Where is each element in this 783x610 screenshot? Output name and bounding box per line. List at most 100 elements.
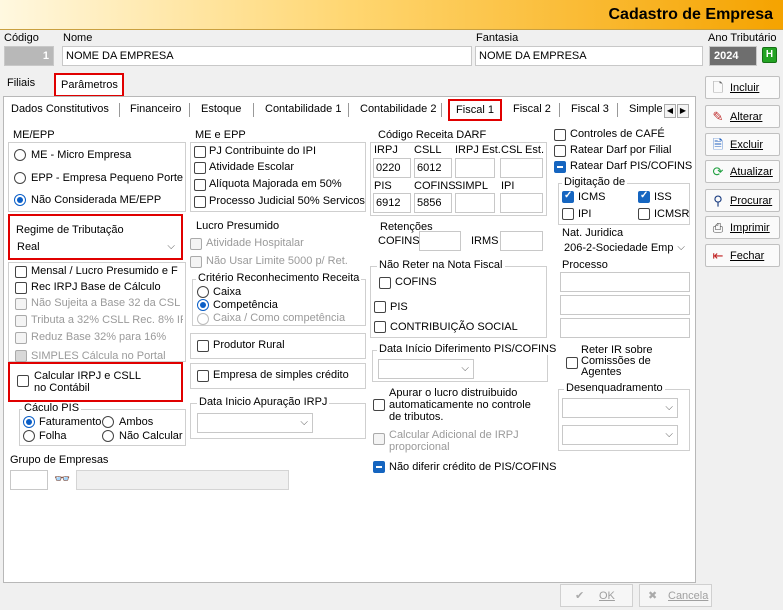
chk-atividade-hospitalar[interactable] <box>190 238 202 250</box>
retencoes-cofins-label: COFINS <box>378 235 420 247</box>
radio-faturamento[interactable] <box>23 416 35 428</box>
chk-calc-irpj[interactable] <box>17 375 29 387</box>
chk-nao-sujeita[interactable] <box>15 298 27 310</box>
chevron-down-icon: ⌵ <box>677 242 685 253</box>
chk-rec-irpj-label: Rec IRPJ Base de Cálculo <box>31 281 161 293</box>
darf-pis-input[interactable]: 6912 <box>373 193 411 213</box>
desenquadramento-select-2[interactable]: ⌵ <box>562 425 678 445</box>
chk-calc-adicional[interactable] <box>373 433 385 445</box>
radio-competencia[interactable] <box>197 299 209 311</box>
desenquadramento-select-1[interactable]: ⌵ <box>562 398 678 418</box>
tab-filiais[interactable]: Filiais <box>2 75 40 95</box>
chk-produtor-rural[interactable] <box>197 340 209 352</box>
fantasia-field[interactable]: NOME DA EMPRESA <box>475 46 703 66</box>
radio-me[interactable] <box>14 149 26 161</box>
chk-digit-icmsr[interactable] <box>638 208 650 220</box>
subtab-fiscal-3[interactable]: Fiscal 3 <box>571 103 609 115</box>
chk-nao-reter-pis[interactable] <box>374 301 386 313</box>
darf-irpj-label: IRPJ <box>374 144 398 156</box>
binoculars-icon[interactable]: 👓 <box>54 471 72 489</box>
grupo-code-input[interactable] <box>10 470 48 490</box>
chk-mensal-label: Mensal / Lucro Presumido e F <box>31 265 178 277</box>
retencoes-irms-label: IRMS <box>471 235 499 247</box>
h-button[interactable]: H <box>762 47 777 63</box>
chk-aliquota-majorada[interactable] <box>194 179 206 191</box>
atualizar-button[interactable]: ⟳ Atualizar <box>705 160 780 183</box>
chk-pj-contribuinte[interactable] <box>194 146 206 158</box>
nome-field[interactable]: NOME DA EMPRESA <box>62 46 472 66</box>
darf-irpj-est-label: IRPJ Est. <box>455 144 501 156</box>
processo-input-2[interactable] <box>560 295 690 315</box>
darf-csl-est-input[interactable] <box>500 158 543 178</box>
radio-nao-considerada[interactable] <box>14 194 26 206</box>
chk-reduz-base[interactable] <box>15 332 27 344</box>
chk-digit-iss[interactable] <box>638 190 650 203</box>
chevron-down-icon: ⌵ <box>665 402 673 413</box>
chk-mensal[interactable] <box>15 266 27 278</box>
processo-input-1[interactable] <box>560 272 690 292</box>
subtab-simples[interactable]: Simple <box>629 103 662 115</box>
radio-caixa[interactable] <box>197 286 209 298</box>
chk-nao-diferir[interactable] <box>373 461 385 473</box>
diferimento-select[interactable]: ⌵ <box>378 359 474 379</box>
radio-folha[interactable] <box>23 430 35 442</box>
chk-nao-reter-cofins[interactable] <box>379 277 391 289</box>
subtab-financeiro[interactable]: Financeiro <box>130 103 181 115</box>
subtab-dados-constitutivos[interactable]: Dados Constitutivos <box>11 103 109 115</box>
chk-reter-ir[interactable] <box>566 357 578 369</box>
subtab-contabilidade-2[interactable]: Contabilidade 2 <box>360 103 436 115</box>
subtab-fiscal-2[interactable]: Fiscal 2 <box>513 103 551 115</box>
codigo-field[interactable]: 1 <box>4 46 54 66</box>
alterar-label: Alterar <box>730 111 763 123</box>
darf-cofins-input[interactable]: 5856 <box>414 193 452 213</box>
subtab-fiscal-1[interactable]: Fiscal 1 <box>448 99 502 121</box>
radio-epp[interactable] <box>14 172 26 184</box>
chk-processo-judicial-label: Processo Judicial 50% Servicos <box>209 195 365 207</box>
chk-empresa-simples[interactable] <box>197 370 209 382</box>
darf-irpj-est-input[interactable] <box>455 158 495 178</box>
darf-ipi-input[interactable] <box>500 193 543 213</box>
alterar-button[interactable]: ✎ Alterar <box>705 105 780 128</box>
chk-ratear-darf-pis[interactable] <box>554 161 566 173</box>
chk-controles-cafe[interactable] <box>554 129 566 141</box>
darf-irpj-input[interactable]: 0220 <box>373 158 411 178</box>
imprimir-button[interactable]: ⎙ Imprimir <box>705 216 780 239</box>
chk-ratear-darf-filial[interactable] <box>554 145 566 157</box>
chk-digit-ipi[interactable] <box>562 208 574 220</box>
chk-digit-iss-label: ISS <box>654 191 672 203</box>
chk-atividade-escolar[interactable] <box>194 162 206 174</box>
excluir-button[interactable]: 🗎 Excluir <box>705 133 780 156</box>
radio-caixa-competencia[interactable] <box>197 313 209 325</box>
darf-simpl-input[interactable] <box>455 193 495 213</box>
regime-select[interactable]: Real ⌵ <box>13 237 180 257</box>
ok-button[interactable]: ✔ OK <box>560 584 633 607</box>
subtab-contabilidade-1[interactable]: Contabilidade 1 <box>265 103 341 115</box>
chk-tributa-32[interactable] <box>15 315 27 327</box>
cancel-button[interactable]: ✖ Cancela <box>639 584 712 607</box>
processo-input-3[interactable] <box>560 318 690 338</box>
chk-nao-usar-limite[interactable] <box>190 256 202 268</box>
tab-divider <box>559 103 560 117</box>
radio-nao-calcular[interactable] <box>102 430 114 442</box>
chk-simples-portal[interactable] <box>15 350 27 362</box>
chk-nao-reter-csll-label: CONTRIBUIÇÃO SOCIAL <box>390 321 518 333</box>
nat-juridica-select[interactable]: 206-2-Sociedade Empre ⌵ <box>560 238 690 258</box>
scroll-left-icon[interactable]: ◀ <box>664 104 676 118</box>
chk-processo-judicial[interactable] <box>194 196 206 208</box>
darf-csll-input[interactable]: 6012 <box>414 158 452 178</box>
chk-digit-icms[interactable] <box>562 190 574 203</box>
fechar-button[interactable]: ⇤ Fechar <box>705 244 780 267</box>
scroll-right-icon[interactable]: ▶ <box>677 104 689 118</box>
chk-apurar-lucro[interactable] <box>373 399 385 411</box>
ano-field[interactable]: 2024 <box>709 46 757 66</box>
retencoes-irms-input[interactable] <box>500 231 543 251</box>
procurar-button[interactable]: ⚲ Procurar <box>705 189 780 212</box>
chk-rec-irpj[interactable] <box>15 282 27 294</box>
chk-nao-reter-csll[interactable] <box>374 321 386 333</box>
incluir-button[interactable]: 🗋 Incluir <box>705 76 780 99</box>
subtab-estoque[interactable]: Estoque <box>201 103 241 115</box>
radio-ambos[interactable] <box>102 416 114 428</box>
data-apuracao-select[interactable]: ⌵ <box>197 413 313 433</box>
retencoes-cofins-input[interactable] <box>419 231 461 251</box>
tab-parametros[interactable]: Parâmetros <box>54 73 124 97</box>
